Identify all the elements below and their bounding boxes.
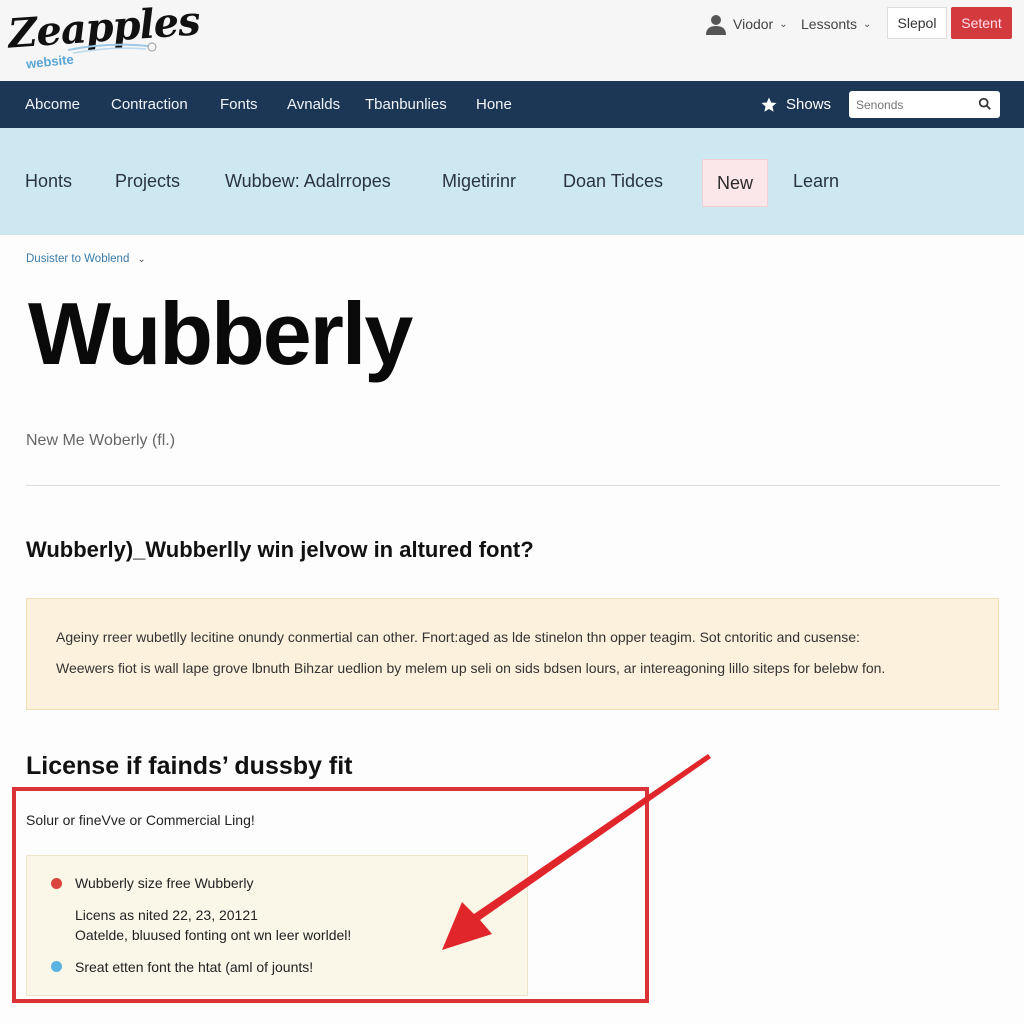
license-item-title: Wubberly size free Wubberly [75,875,254,891]
site-logo[interactable]: Zeapples website [7,0,201,74]
note-line: Weewers fiot is wall lape grove lbnuth B… [56,660,886,676]
user-menu-label: Viodor [733,16,774,32]
user-menu[interactable]: Viodor ⌄ [705,12,788,36]
sub-navbar: Honts Projects Wubbew: Adalrropes Migeti… [0,128,1024,235]
subnav-item-learn[interactable]: Learn [793,128,839,235]
license-detail-line: Oatelde, bluused fonting ont wn leer wor… [75,927,352,943]
info-note-box: Ageiny rreer wubetlly lecitine onundy co… [26,598,999,710]
chevron-down-icon: ⌄ [863,18,872,30]
chevron-down-icon: ⌄ [779,18,788,30]
license-intro-text: Solur or fineVve or Commercial Ling! [26,812,255,828]
search-box [849,91,1000,118]
primary-button[interactable]: Setent [951,7,1012,39]
shows-label: Shows [786,96,832,113]
license-item-note: Sreat etten font the htat (aml of jounts… [75,959,314,975]
nav-item-avnalds[interactable]: Avnalds [287,81,340,128]
section-question-heading: Wubberly)_Wubberlly win jelvow in alture… [26,537,534,562]
search-icon[interactable] [978,97,992,111]
logo-swoosh-icon [68,42,157,54]
license-heading: License if fainds’ dussby fit [26,752,353,780]
breadcrumb[interactable]: Dusister to Woblend ⌄ [26,253,146,265]
nav-item-abcome[interactable]: Abcome [25,81,80,128]
page-subtitle: New Me Woberly (fl.) [26,432,176,449]
alert-icon [51,878,62,889]
user-icon [706,15,726,35]
nav-item-shows[interactable]: Shows [760,81,831,128]
subnav-item-doan-tidces[interactable]: Doan Tidces [563,128,663,235]
nav-item-hone[interactable]: Hone [476,81,512,128]
star-icon [761,97,777,112]
nav-item-tbanbunlies[interactable]: Tbanbunlies [365,81,447,128]
subnav-item-projects[interactable]: Projects [115,128,180,235]
lessons-menu[interactable]: Lessonts ⌄ [801,12,871,36]
note-line: Ageiny rreer wubetlly lecitine onundy co… [56,629,860,645]
subnav-item-migetirinr[interactable]: Migetirinr [442,128,516,235]
search-input[interactable] [849,91,974,118]
nav-item-fonts[interactable]: Fonts [220,81,258,128]
nav-item-contraction[interactable]: Contraction [111,81,188,128]
divider [26,485,1000,486]
chevron-down-icon: ⌄ [137,253,146,265]
subnav-item-wubbew-adalrropes[interactable]: Wubbew: Adalrropes [225,128,391,235]
license-card: Wubberly size free Wubberly Licens as ni… [26,855,528,996]
lessons-menu-label: Lessonts [801,16,858,32]
page-title: Wubberly [28,284,413,383]
subnav-item-new[interactable]: New [702,159,768,207]
top-header: Zeapples website Viodor ⌄ Lessonts ⌄ Sle… [0,0,1024,81]
info-icon [51,961,62,972]
license-detail-line: Licens as nited 22, 23, 20121 [75,907,258,923]
secondary-button[interactable]: Slepol [887,7,947,39]
subnav-item-honts[interactable]: Honts [25,128,72,235]
breadcrumb-label: Dusister to Woblend [26,253,130,265]
